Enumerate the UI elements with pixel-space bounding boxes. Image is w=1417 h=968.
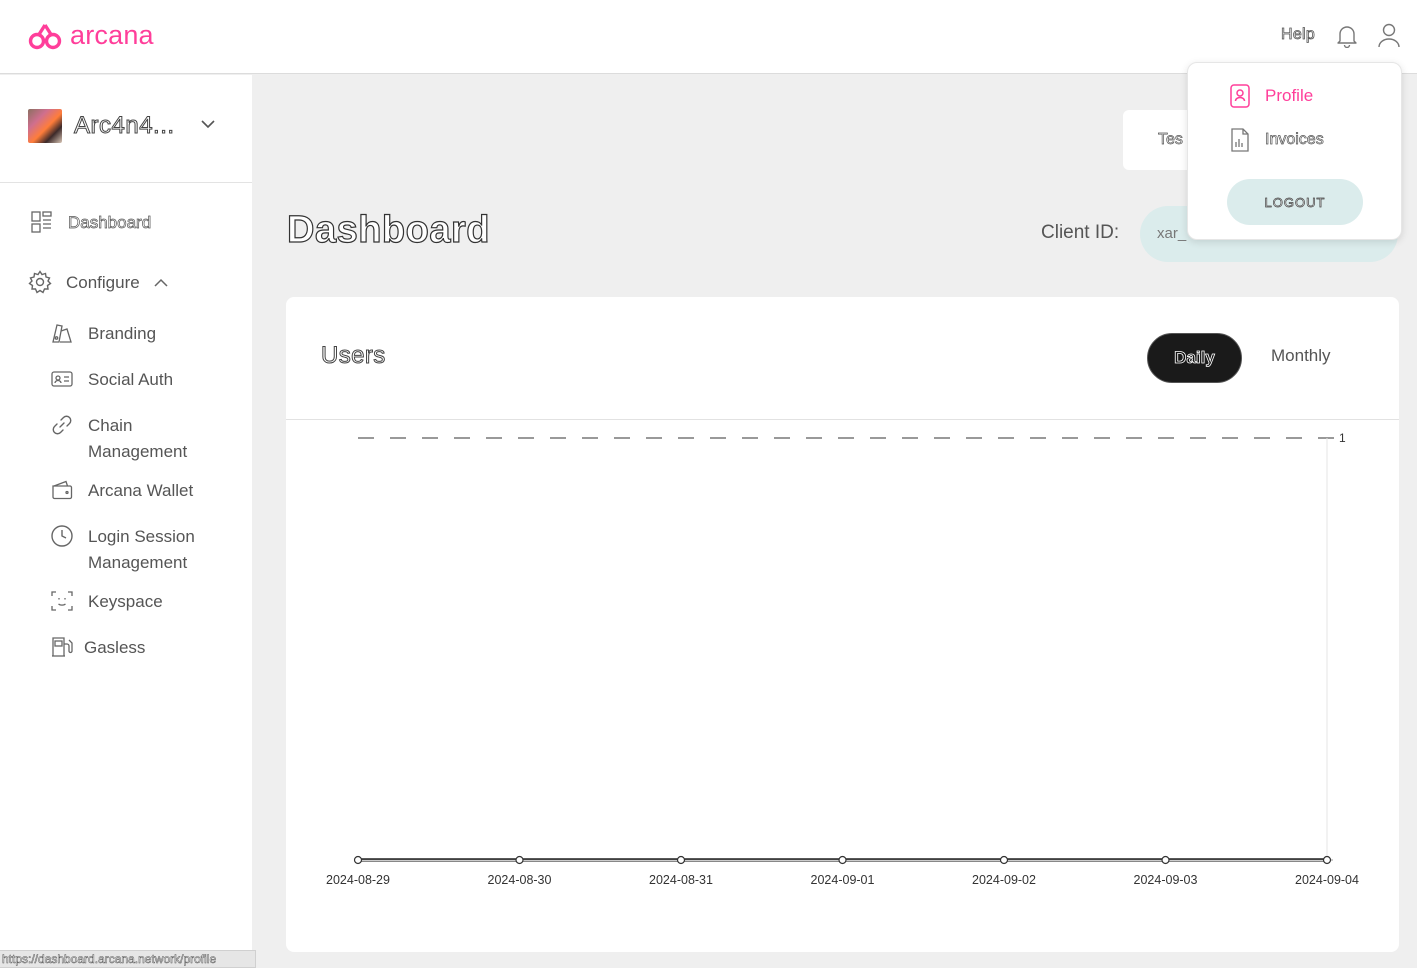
sidebar: Arc4n4... Dashboard Configure Branding S… — [0, 75, 252, 968]
x-tick-label: 2024-09-04 — [1295, 873, 1359, 887]
wallet-icon — [52, 480, 73, 500]
sidebar-item-label: Keyspace — [88, 592, 163, 611]
data-point — [838, 855, 847, 865]
sidebar-item-label: Gasless — [84, 638, 146, 657]
menu-item-profile[interactable]: Profile — [1229, 83, 1313, 109]
sidebar-item-chain-management[interactable]: Chain Management — [50, 413, 187, 465]
sidebar-item-keyspace[interactable]: Keyspace — [50, 589, 163, 615]
x-tick-label: 2024-08-31 — [649, 873, 713, 887]
client-id-label: Client ID: — [1041, 222, 1120, 243]
menu-item-label: Profile — [1265, 86, 1314, 105]
logout-button[interactable]: LOGOUT — [1227, 179, 1363, 225]
dashboard-icon — [31, 211, 52, 233]
sidebar-item-label: Login Session Management — [88, 524, 195, 576]
sidebar-item-label-line1: Chain — [88, 416, 133, 435]
sidebar-item-configure[interactable]: Configure — [28, 270, 168, 296]
data-point — [353, 855, 363, 865]
app-switcher[interactable]: Arc4n4... — [0, 75, 252, 183]
data-point — [676, 855, 686, 865]
sidebar-item-label: Configure — [66, 273, 140, 292]
sidebar-item-dashboard[interactable]: Dashboard — [30, 210, 152, 236]
chevron-up-icon — [154, 278, 168, 287]
sidebar-item-label: Arcana Wallet — [88, 481, 194, 500]
users-card-header: Users Daily Monthly — [286, 297, 1399, 420]
fuel-pump-icon — [52, 637, 73, 657]
daily-toggle-button[interactable]: Daily — [1147, 333, 1242, 383]
profile-dropdown-menu: Profile Invoices LOGOUT — [1187, 62, 1402, 240]
client-id-value: xar_ — [1157, 225, 1187, 242]
browser-status-url: https://dashboard.arcana.network/profile — [0, 950, 256, 968]
data-point — [1161, 855, 1170, 865]
arcana-logo[interactable]: arcana — [28, 20, 154, 51]
environment-tab-label: Tes — [1158, 131, 1184, 149]
user-account-icon[interactable] — [1377, 22, 1401, 48]
bell-icon[interactable] — [1336, 24, 1358, 48]
clock-icon — [51, 525, 73, 547]
x-tick-label: 2024-09-02 — [972, 873, 1036, 887]
sidebar-item-label: Social Auth — [88, 370, 174, 389]
help-link[interactable]: Help — [1281, 26, 1316, 44]
menu-item-invoices[interactable]: Invoices — [1229, 127, 1324, 153]
monthly-toggle-button[interactable]: Monthly — [1271, 346, 1331, 366]
sidebar-item-label-line2: Management — [88, 553, 188, 572]
link-icon — [52, 415, 72, 435]
app-avatar — [28, 109, 62, 143]
logo-text: arcana — [70, 20, 154, 50]
y-tick-label: 1 — [1339, 431, 1346, 445]
x-tick-label: 2024-08-30 — [488, 873, 552, 887]
sidebar-item-label: Chain Management — [88, 413, 187, 465]
data-point — [515, 855, 524, 865]
page-title: Dashboard — [286, 208, 490, 251]
profile-badge-icon — [1230, 84, 1250, 108]
x-tick-label: 2024-08-29 — [326, 873, 390, 887]
face-scan-icon — [51, 591, 73, 611]
data-point — [999, 855, 1009, 865]
sidebar-item-label-line2: Management — [88, 442, 188, 461]
x-tick-label: 2024-09-01 — [811, 873, 875, 887]
sidebar-item-arcana-wallet[interactable]: Arcana Wallet — [50, 478, 193, 504]
arcana-logo-icon — [28, 23, 62, 49]
app-name: Arc4n4... — [74, 112, 175, 140]
sidebar-item-label: Dashboard — [68, 213, 152, 233]
users-chart: 1 2024-08-29 2024-08-30 2024-08-31 2024-09-0… — [326, 431, 1359, 887]
id-card-icon — [51, 371, 73, 387]
users-card-title: Users — [321, 342, 386, 370]
data-point — [1322, 855, 1332, 865]
sidebar-item-login-session-management[interactable]: Login Session Management — [50, 524, 195, 576]
menu-item-label: Invoices — [1265, 131, 1324, 149]
invoice-document-icon — [1231, 128, 1249, 152]
sidebar-item-label: Branding — [88, 324, 157, 343]
gear-icon — [28, 270, 52, 294]
sidebar-item-gasless[interactable]: Gasless — [50, 635, 145, 661]
sidebar-item-branding[interactable]: Branding — [50, 321, 156, 347]
sidebar-item-social-auth[interactable]: Social Auth — [50, 367, 173, 393]
x-tick-label: 2024-09-03 — [1134, 873, 1198, 887]
brush-icon — [52, 324, 72, 343]
users-card: Users Daily Monthly 1 2024-08-29 2024-08-3… — [286, 297, 1399, 952]
chevron-down-icon — [201, 120, 215, 129]
sidebar-item-label-line1: Login Session — [88, 527, 195, 546]
